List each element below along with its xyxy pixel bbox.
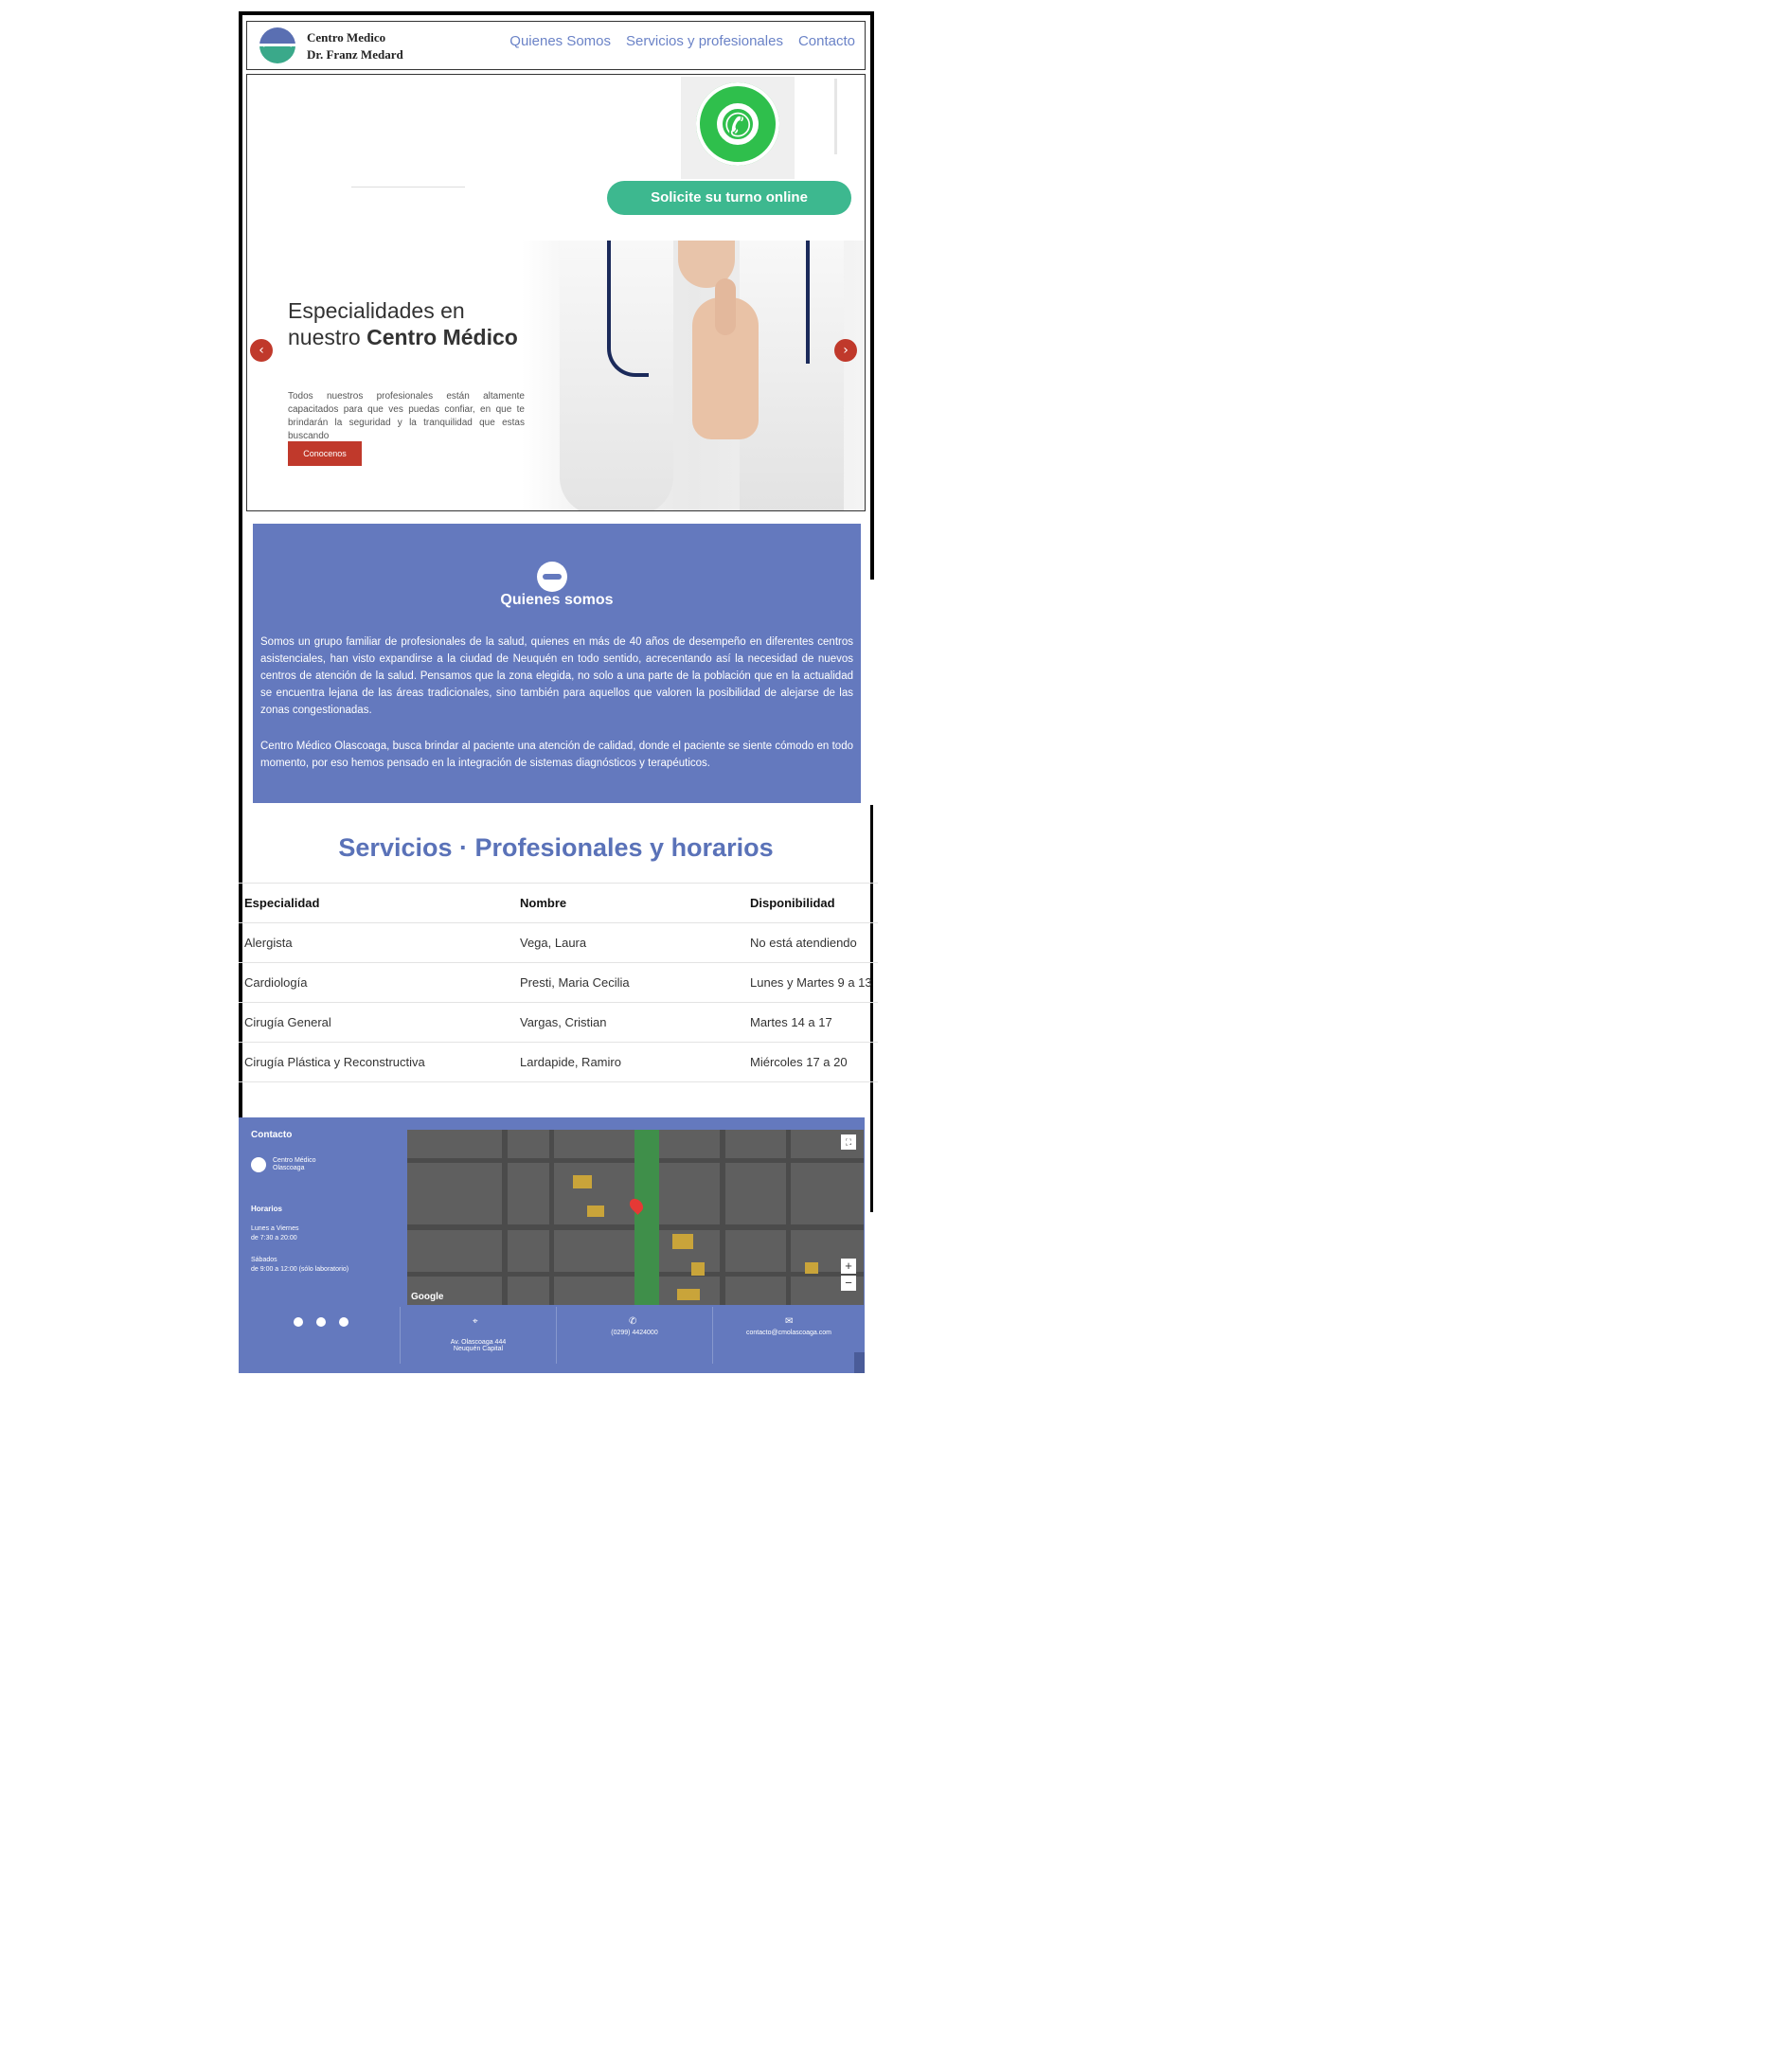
mini-brand: Centro Médico Olascoaga <box>273 1157 316 1172</box>
instagram-icon[interactable] <box>316 1317 326 1327</box>
phone-text[interactable]: (0299) 4424000 <box>568 1330 701 1336</box>
mini-brand-line-1: Centro Médico <box>273 1157 316 1164</box>
about-title: Quienes somos <box>500 592 614 608</box>
map-brand: Google <box>411 1292 444 1302</box>
hours-title: Horarios <box>251 1205 282 1213</box>
main-nav: Quienes Somos Servicios y profesionales … <box>509 33 855 49</box>
email-text[interactable]: contacto@cmolascoaga.com <box>723 1330 855 1336</box>
contact-title: Contacto <box>251 1130 293 1140</box>
conocenos-button[interactable]: Conocenos <box>288 441 362 466</box>
handshake-icon <box>537 562 567 592</box>
location-icon: ⌖ <box>473 1316 478 1327</box>
table-cell: No está atendiendo <box>750 936 857 950</box>
email-block: ✉ contacto@cmolascoaga.com <box>712 1307 855 1364</box>
hero-slide: Especialidades en nuestro Centro Médico … <box>247 241 865 510</box>
carousel-next-icon[interactable]: › <box>834 339 857 362</box>
zoom-in-icon[interactable]: + <box>841 1259 856 1274</box>
map-block <box>573 1175 592 1188</box>
table-header-row: Especialidad Nombre Disponibilidad <box>239 884 878 923</box>
hours-weekday-label: Lunes a Viernes <box>251 1225 299 1232</box>
brand-name[interactable]: Centro Medico Dr. Franz Medard <box>307 29 403 63</box>
embedded-map[interactable]: ⛶ + − Google <box>407 1130 864 1305</box>
column-header: Especialidad <box>244 896 320 910</box>
zoom-out-icon[interactable]: − <box>841 1276 856 1291</box>
phone-icon: ✆ <box>629 1316 637 1327</box>
fullscreen-icon[interactable]: ⛶ <box>841 1134 856 1150</box>
thumb-shape <box>715 278 736 335</box>
facebook-icon[interactable] <box>294 1317 303 1327</box>
chat-icon[interactable] <box>339 1317 348 1327</box>
address-block: ⌖ Av. Olascoaga 444 Neuquén Capital <box>400 1307 557 1364</box>
brand-line-2: Dr. Franz Medard <box>307 47 403 62</box>
column-header: Nombre <box>520 896 567 910</box>
nav-contacto[interactable]: Contacto <box>798 33 855 49</box>
map-block <box>805 1262 818 1274</box>
hours-saturday-time: de 9:00 a 12:00 (sólo laboratorio) <box>251 1266 349 1273</box>
logo-icon[interactable] <box>259 27 295 63</box>
table-cell: Martes 14 a 17 <box>750 1015 832 1029</box>
map-park <box>634 1130 659 1305</box>
about-paragraph: Centro Médico Olascoaga, busca brindar a… <box>260 741 853 769</box>
stethoscope-shape <box>607 241 649 377</box>
divider <box>834 79 837 154</box>
about-paragraph: Somos un grupo familiar de profesionales… <box>260 636 853 716</box>
hours-weekday-time: de 7:30 a 20:00 <box>251 1235 297 1241</box>
whatsapp-icon[interactable]: ✆ <box>696 82 779 166</box>
services-title: Servicios · Profesionales y horarios <box>338 833 774 862</box>
table-row: Alergista Vega, Laura No está atendiendo <box>239 923 878 963</box>
address-line-2: Neuquén Capital <box>453 1346 504 1352</box>
table-cell: Vega, Laura <box>520 936 587 950</box>
contact-section: Contacto Centro Médico Olascoaga Horario… <box>239 1117 865 1373</box>
slide-title-line-2: nuestro <box>288 325 361 349</box>
map-block <box>672 1234 693 1249</box>
map-block <box>587 1206 604 1217</box>
brand-line-1: Centro Medico <box>307 30 386 45</box>
map-block <box>691 1262 705 1276</box>
hero-section: ✆ Solicite su turno online Especialidade… <box>246 74 866 511</box>
logo-icon <box>251 1157 266 1172</box>
services-table: Especialidad Nombre Disponibilidad Alerg… <box>239 883 878 1082</box>
map-road <box>720 1130 725 1305</box>
slide-title: Especialidades en nuestro Centro Médico <box>288 297 518 350</box>
table-cell: Cirugía General <box>244 1015 331 1029</box>
map-road <box>549 1130 554 1305</box>
table-cell: Lardapide, Ramiro <box>520 1055 621 1069</box>
table-row: Cardiología Presti, Maria Cecilia Lunes … <box>239 963 878 1003</box>
phone-block: ✆ (0299) 4424000 <box>556 1307 713 1364</box>
slide-title-bold: Centro Médico <box>366 325 518 349</box>
carousel-prev-icon[interactable]: ‹ <box>250 339 273 362</box>
table-cell: Cardiología <box>244 975 308 990</box>
about-section: Quienes somos Somos un grupo familiar de… <box>253 524 861 803</box>
nav-quienes-somos[interactable]: Quienes Somos <box>509 33 611 49</box>
hours-saturday-label: Sábados <box>251 1257 277 1263</box>
table-row: Cirugía Plástica y Reconstructiva Lardap… <box>239 1043 878 1082</box>
slide-title-line-1: Especialidades en <box>288 298 465 323</box>
stethoscope-shape <box>806 241 817 364</box>
mini-brand-line-2: Olascoaga <box>273 1165 305 1171</box>
map-block <box>677 1289 700 1300</box>
nav-servicios[interactable]: Servicios y profesionales <box>626 33 783 49</box>
table-row: Cirugía General Vargas, Cristian Martes … <box>239 1003 878 1043</box>
address-text: Av. Olascoaga 444 Neuquén Capital <box>412 1339 545 1352</box>
slide-text: Todos nuestros profesionales están altam… <box>288 391 525 441</box>
table-cell: Presti, Maria Cecilia <box>520 975 630 990</box>
table-cell: Cirugía Plástica y Reconstructiva <box>244 1055 425 1069</box>
divider <box>351 187 465 188</box>
column-header: Disponibilidad <box>750 896 835 910</box>
hours-saturday: Sábados de 9:00 a 12:00 (sólo laboratori… <box>251 1256 348 1275</box>
address-line-1: Av. Olascoaga 444 <box>450 1339 507 1346</box>
email-icon: ✉ <box>785 1316 794 1327</box>
map-road <box>786 1130 791 1305</box>
table-cell: Miércoles 17 a 20 <box>750 1055 848 1069</box>
table-cell: Alergista <box>244 936 293 950</box>
table-cell: Lunes y Martes 9 a 13 <box>750 975 872 990</box>
table-cell: Vargas, Cristian <box>520 1015 607 1029</box>
scroll-tab[interactable] <box>854 1352 865 1373</box>
hours-weekday: Lunes a Viernes de 7:30 a 20:00 <box>251 1224 298 1243</box>
site-header: Centro Medico Dr. Franz Medard Quienes S… <box>246 21 866 70</box>
phone-handset-icon: ✆ <box>724 107 752 145</box>
whatsapp-banner[interactable]: ✆ <box>681 77 795 179</box>
request-appointment-button[interactable]: Solicite su turno online <box>607 181 851 215</box>
map-road <box>502 1130 508 1305</box>
